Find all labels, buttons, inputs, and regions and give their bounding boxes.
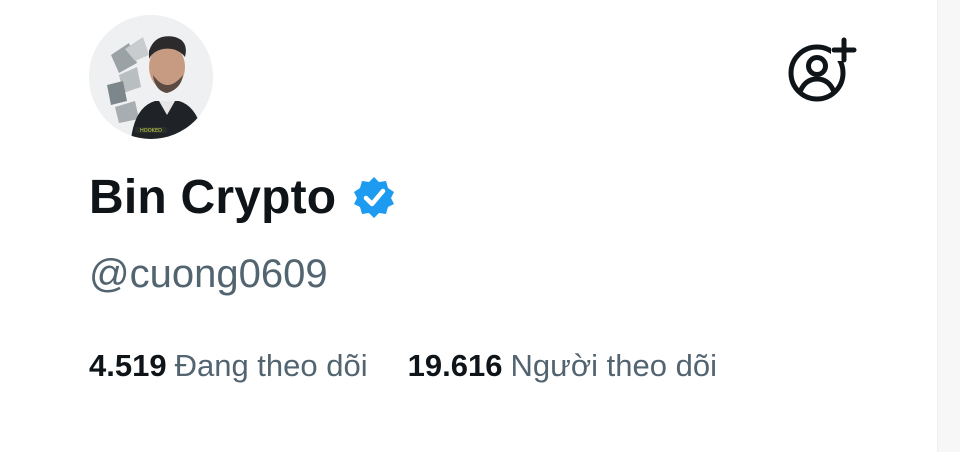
followers-count: 19.616 (407, 348, 503, 383)
follow-stats: 4.519 Đang theo dõi 19.616 Người theo dõ… (89, 344, 717, 388)
scroll-edge (937, 0, 960, 452)
following-count: 4.519 (89, 348, 167, 383)
followers-label: Người theo dõi (510, 348, 717, 383)
profile-header: HOOKED Bin Crypto @cuong0609 4.519 Đang … (0, 0, 960, 452)
verified-badge-icon[interactable] (352, 175, 396, 219)
following-stat[interactable]: 4.519 Đang theo dõi (89, 348, 368, 384)
avatar-image: HOOKED (89, 15, 213, 139)
user-handle: @cuong0609 (89, 252, 328, 296)
avatar-caption: HOOKED (140, 128, 162, 134)
display-name: Bin Crypto (89, 170, 337, 224)
followers-stat[interactable]: 19.616 Người theo dõi (408, 348, 717, 384)
following-label: Đang theo dõi (174, 348, 368, 383)
name-row: Bin Crypto (89, 168, 396, 226)
follow-button[interactable] (785, 35, 857, 107)
avatar[interactable]: HOOKED (89, 15, 213, 139)
person-add-icon (788, 37, 857, 102)
